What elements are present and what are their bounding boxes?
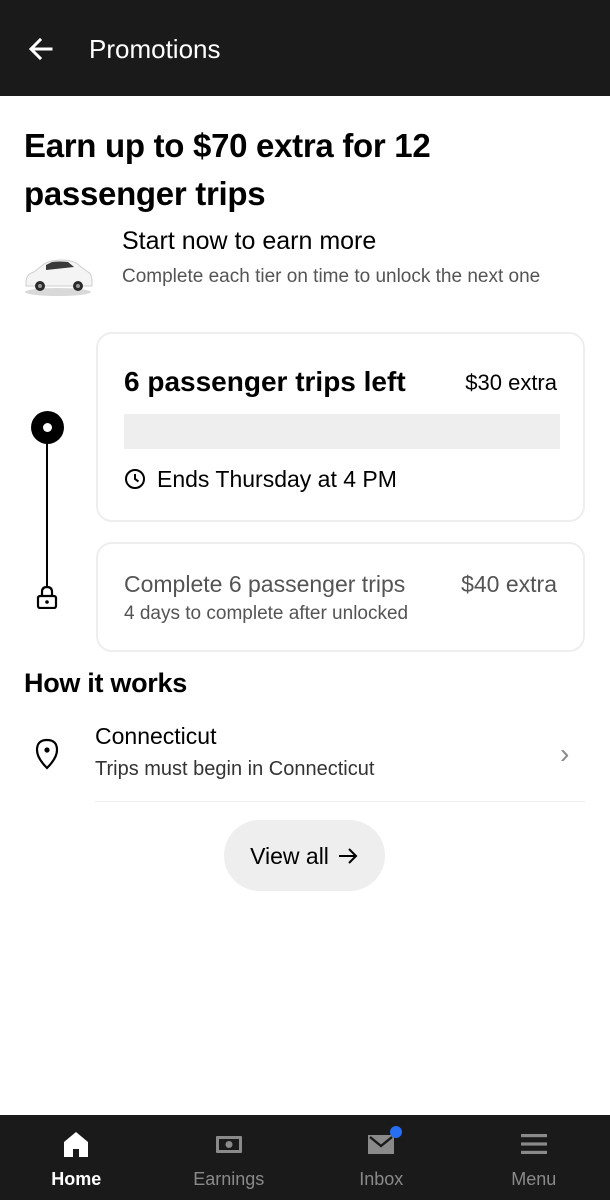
nav-label: Earnings <box>193 1169 265 1189</box>
tier-progress-bar <box>124 414 560 449</box>
arrow-left-icon <box>28 37 53 61</box>
lock-icon <box>36 585 58 609</box>
bottom-navigation: Home Earnings Inbox Menu <box>0 1115 610 1200</box>
nav-home[interactable]: Home <box>0 1115 153 1200</box>
tier-amount: $30 extra <box>465 370 557 395</box>
menu-icon <box>520 1134 547 1154</box>
rule-title: Connecticut <box>95 723 217 749</box>
tier-title: 6 passenger trips left <box>124 366 406 397</box>
tier-card-active[interactable]: 6 passenger trips left $30 extra Ends Th… <box>96 332 585 522</box>
view-all-label: View all <box>250 842 329 869</box>
top-app-bar: Promotions <box>0 0 610 96</box>
tier-amount: $40 extra <box>461 571 557 597</box>
rule-item-connecticut[interactable]: Connecticut Trips must begin in Connecti… <box>0 712 610 802</box>
tier-title: Complete 6 passenger trips <box>124 571 406 597</box>
tier-deadline: Ends Thursday at 4 PM <box>157 466 397 492</box>
chevron-right-icon: › <box>560 738 570 769</box>
tier-card-locked[interactable]: Complete 6 passenger trips $40 extra 4 d… <box>96 542 585 652</box>
nav-earnings[interactable]: Earnings <box>153 1115 306 1200</box>
car-image <box>25 259 93 296</box>
section-title: How it works <box>24 668 187 698</box>
home-icon <box>64 1132 89 1157</box>
arrow-right-icon <box>338 847 358 864</box>
nav-label: Inbox <box>359 1169 404 1189</box>
promotion-headline: Earn up to $70 extra for 12 passenger tr… <box>24 127 431 212</box>
back-button[interactable] <box>22 30 60 68</box>
nav-label: Menu <box>511 1169 557 1189</box>
active-tier-dot-icon <box>31 411 64 444</box>
start-title: Start now to earn more <box>122 227 377 255</box>
start-subtitle: Complete each tier on time to unlock the… <box>122 266 541 287</box>
inbox-notification-badge <box>390 1126 402 1138</box>
view-all-button[interactable]: View all <box>224 820 385 891</box>
nav-label: Home <box>51 1169 102 1189</box>
divider <box>95 801 585 802</box>
location-pin-icon <box>35 738 59 770</box>
rule-subtitle: Trips must begin in Connecticut <box>95 758 375 780</box>
nav-menu[interactable]: Menu <box>458 1115 610 1200</box>
tier-timeline-line <box>46 440 48 588</box>
earnings-icon <box>215 1136 242 1153</box>
clock-icon <box>125 469 145 489</box>
page-title: Promotions <box>89 34 221 64</box>
nav-inbox[interactable]: Inbox <box>305 1115 458 1200</box>
tier-subtitle: 4 days to complete after unlocked <box>124 603 409 624</box>
